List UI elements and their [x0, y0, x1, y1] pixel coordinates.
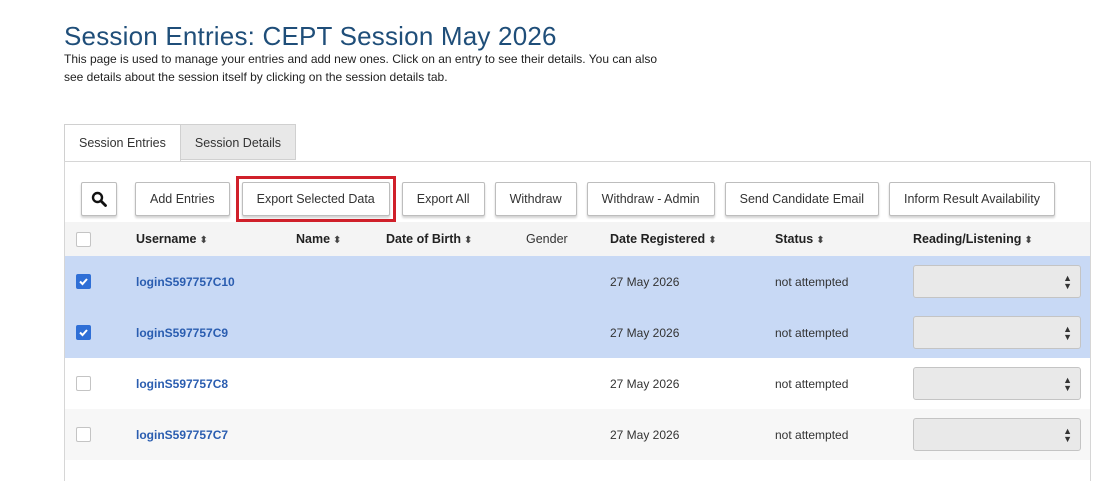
- inform-result-availability-button[interactable]: Inform Result Availability: [889, 182, 1055, 216]
- page-intro: This page is used to manage your entries…: [64, 52, 658, 84]
- page-title: Session Entries: CEPT Session May 2026: [64, 21, 557, 52]
- username-link[interactable]: loginS597757C7: [136, 428, 228, 442]
- select-arrow-icon: ▲ ▼: [1063, 273, 1072, 291]
- sort-icon: ⬍: [1024, 235, 1033, 246]
- sort-icon: ⬍: [464, 235, 473, 246]
- username-link[interactable]: loginS597757C10: [136, 275, 235, 289]
- sort-icon: ⬍: [816, 235, 825, 246]
- highlight-box: Export Selected Data: [235, 176, 396, 222]
- select-arrow-icon: ▲ ▼: [1063, 426, 1072, 444]
- column-header-name[interactable]: Name ⬍: [296, 232, 386, 246]
- column-header-gender: Gender: [526, 232, 568, 246]
- send-candidate-email-button[interactable]: Send Candidate Email: [724, 182, 879, 216]
- select-all-checkbox[interactable]: [76, 231, 91, 247]
- export-all-button[interactable]: Export All: [401, 182, 485, 216]
- reading-listening-select[interactable]: ▲ ▼: [913, 418, 1081, 451]
- status-cell: not attempted: [775, 427, 849, 442]
- select-arrow-icon: ▲ ▼: [1063, 375, 1072, 393]
- sort-icon: ⬍: [708, 235, 717, 246]
- status-cell: not attempted: [775, 376, 849, 391]
- tab-session-entries[interactable]: Session Entries: [64, 124, 181, 162]
- reading-listening-select[interactable]: ▲ ▼: [913, 316, 1081, 349]
- row-checkbox[interactable]: [76, 376, 91, 391]
- table-row[interactable]: loginS597757C7 27 May 2026 not attempted…: [65, 409, 1090, 460]
- column-header-reading-listening[interactable]: Reading/Listening ⬍: [913, 232, 1083, 246]
- row-checkbox[interactable]: [76, 274, 91, 289]
- username-link[interactable]: loginS597757C9: [136, 326, 228, 340]
- entries-table: Username ⬍ Name ⬍ Date of Birth ⬍ Gender Da…: [65, 222, 1090, 460]
- entries-panel: Add Entries Export Selected Data Export …: [64, 161, 1091, 481]
- sort-icon: ⬍: [199, 235, 208, 246]
- status-cell: not attempted: [775, 325, 849, 340]
- select-arrow-icon: ▲ ▼: [1063, 324, 1072, 342]
- withdraw-admin-button[interactable]: Withdraw - Admin: [586, 182, 715, 216]
- status-cell: not attempted: [775, 274, 849, 289]
- date-registered-cell: 27 May 2026: [610, 376, 680, 391]
- sort-icon: ⬍: [333, 235, 342, 246]
- add-entries-button[interactable]: Add Entries: [135, 182, 230, 216]
- reading-listening-select[interactable]: ▲ ▼: [913, 367, 1081, 400]
- tab-session-details[interactable]: Session Details: [180, 124, 297, 160]
- table-row[interactable]: loginS597757C10 27 May 2026 not attempte…: [65, 256, 1090, 307]
- table-row[interactable]: loginS597757C9 27 May 2026 not attempted…: [65, 307, 1090, 358]
- date-registered-cell: 27 May 2026: [610, 274, 680, 289]
- search-button[interactable]: [81, 182, 117, 216]
- username-link[interactable]: loginS597757C8: [136, 377, 228, 391]
- withdraw-button[interactable]: Withdraw: [494, 182, 577, 216]
- table-header: Username ⬍ Name ⬍ Date of Birth ⬍ Gender Da…: [65, 222, 1090, 256]
- row-checkbox[interactable]: [76, 427, 91, 442]
- row-checkbox[interactable]: [76, 325, 91, 340]
- search-icon: [91, 191, 107, 207]
- date-registered-cell: 27 May 2026: [610, 427, 680, 442]
- column-header-date-registered[interactable]: Date Registered ⬍: [610, 232, 775, 246]
- column-header-username[interactable]: Username ⬍: [136, 232, 296, 246]
- column-header-status[interactable]: Status ⬍: [775, 232, 913, 246]
- table-row[interactable]: loginS597757C8 27 May 2026 not attempted…: [65, 358, 1090, 409]
- date-registered-cell: 27 May 2026: [610, 325, 680, 340]
- reading-listening-select[interactable]: ▲ ▼: [913, 265, 1081, 298]
- export-selected-data-button[interactable]: Export Selected Data: [241, 182, 390, 216]
- tab-bar: Session Entries Session Details: [64, 124, 297, 162]
- column-header-dob[interactable]: Date of Birth ⬍: [386, 232, 526, 246]
- toolbar: Add Entries Export Selected Data Export …: [81, 176, 1065, 222]
